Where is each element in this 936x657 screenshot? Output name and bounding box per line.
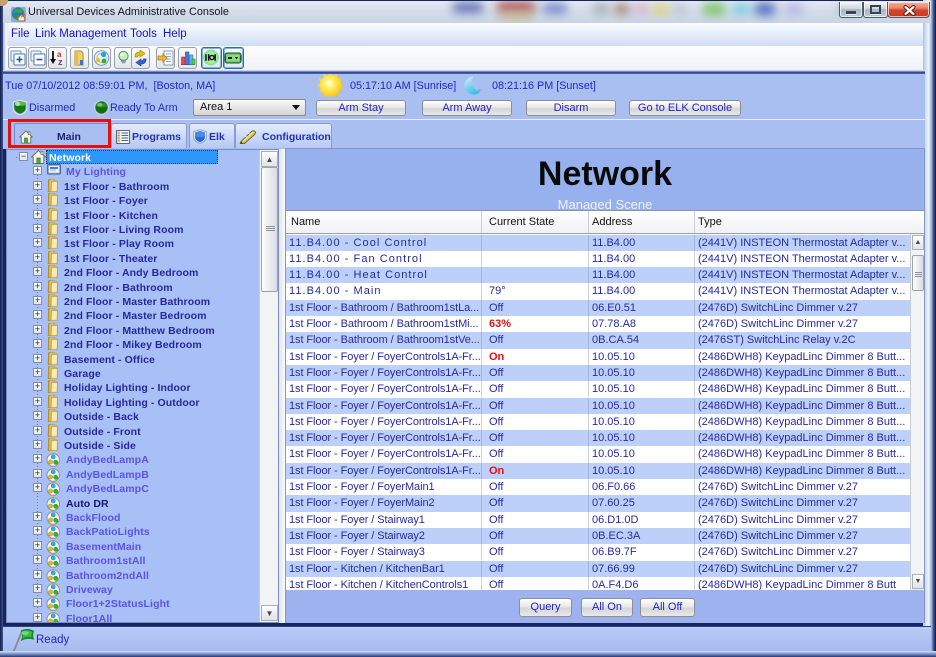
- svg-text:z: z: [58, 57, 63, 66]
